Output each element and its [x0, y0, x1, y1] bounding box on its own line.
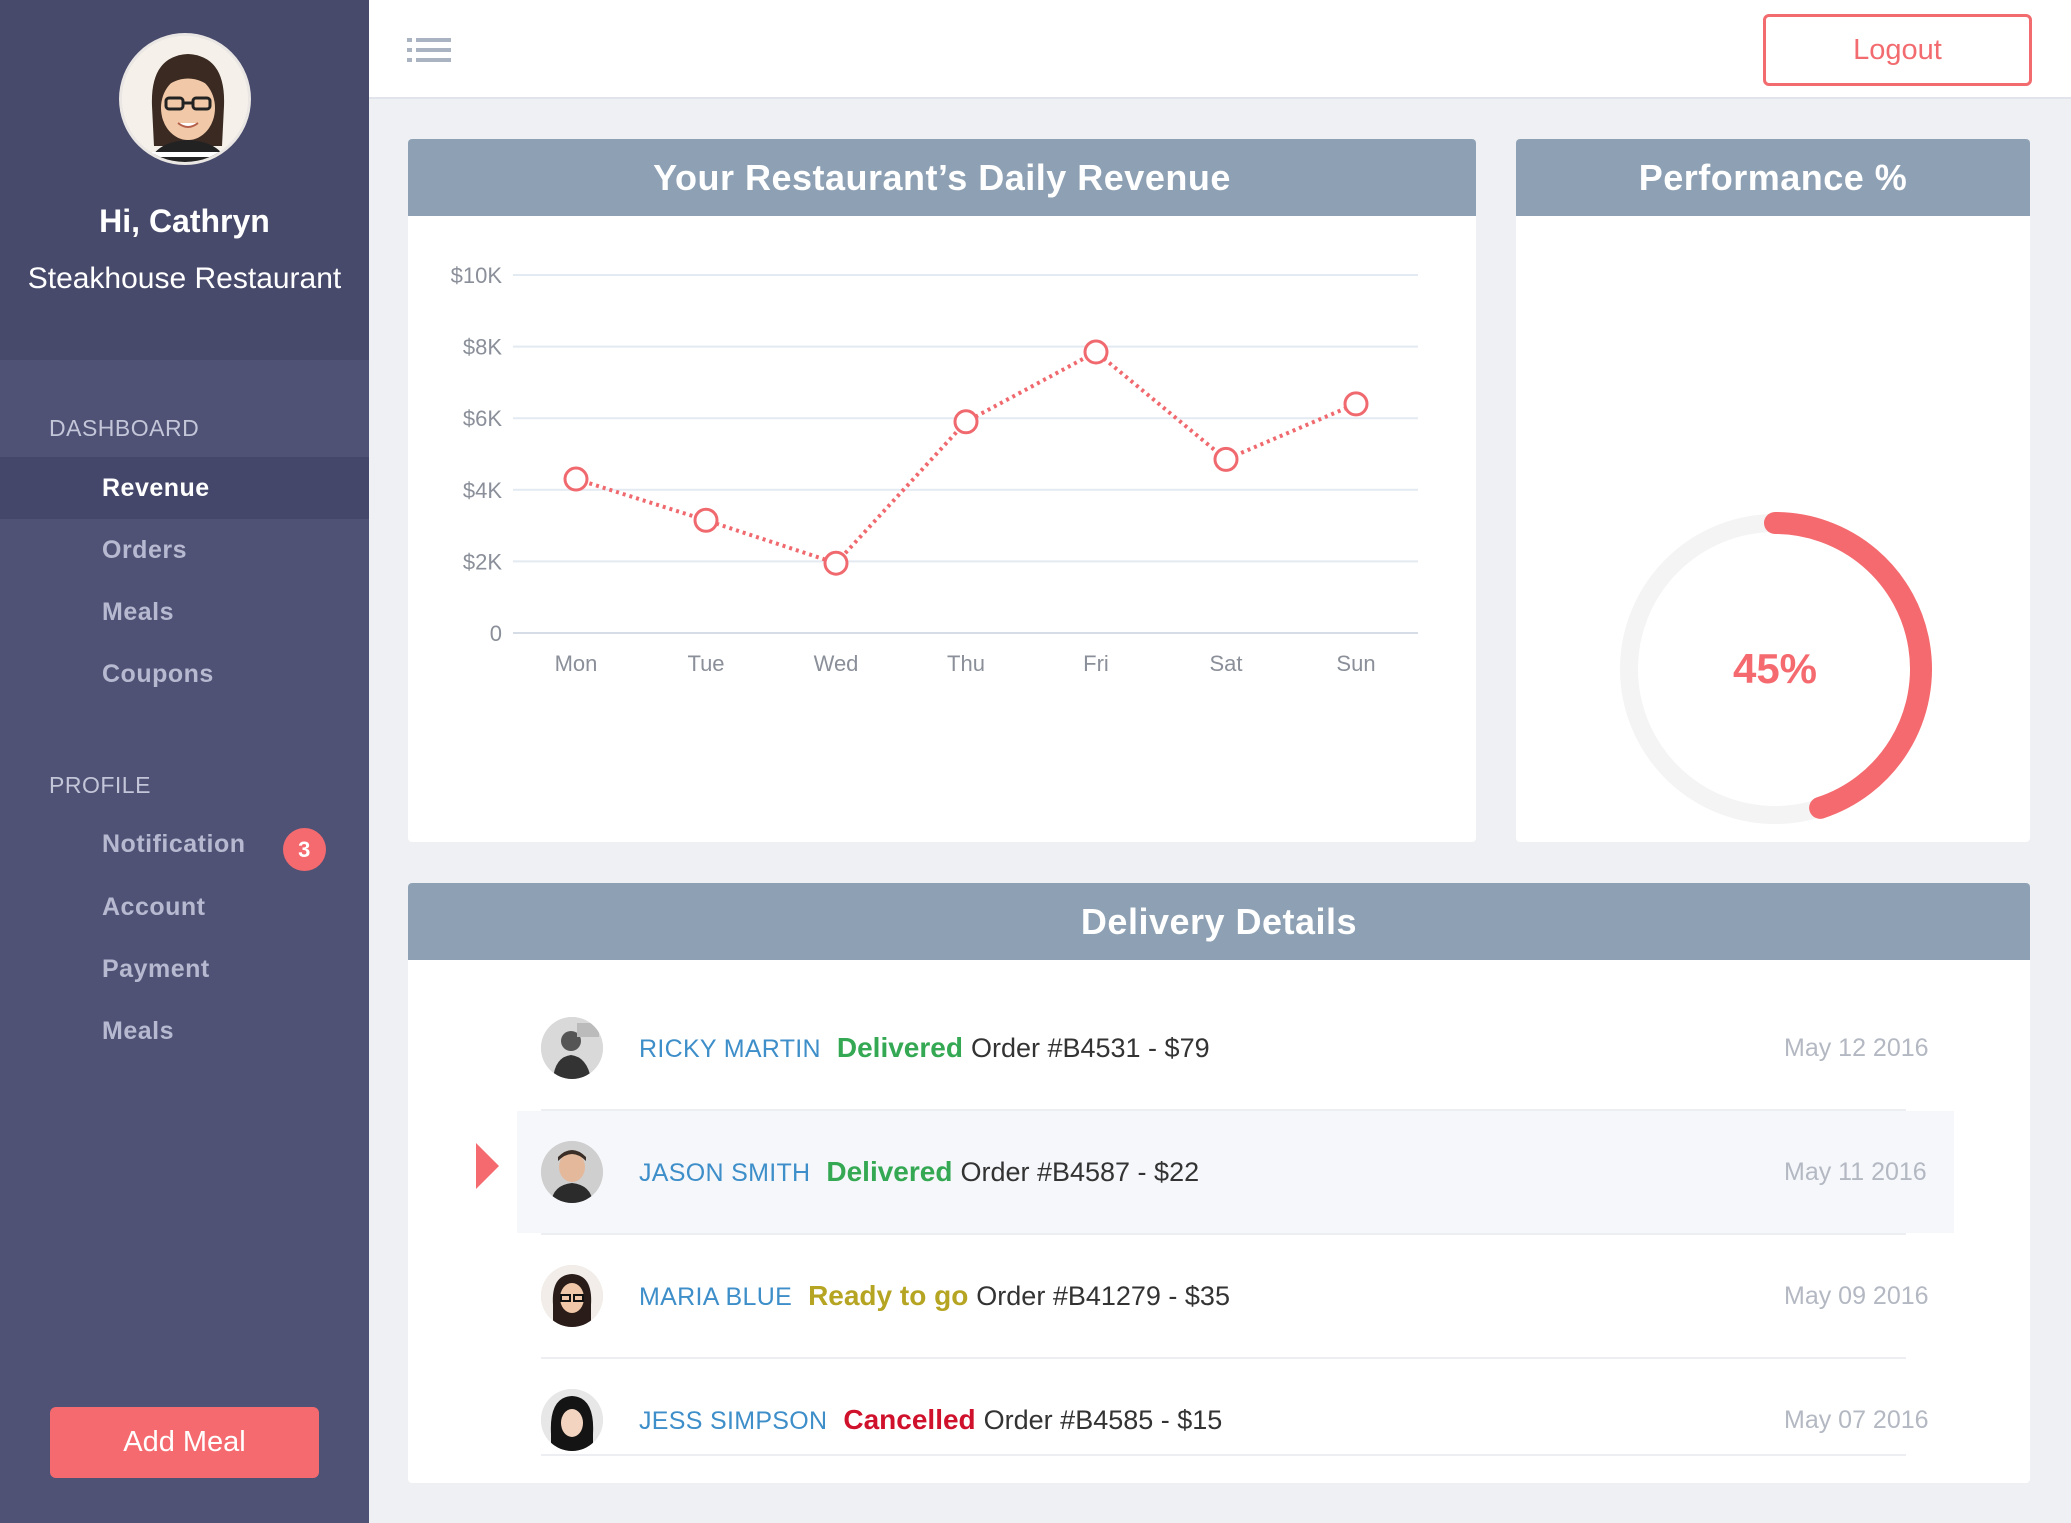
order-date: May 09 2016	[1784, 1281, 1929, 1310]
sidebar-item-label: Account	[102, 892, 206, 921]
x-tick-label: Sat	[1209, 651, 1242, 676]
order-summary: Order #B41279 - $35	[976, 1281, 1230, 1311]
x-tick-label: Mon	[555, 651, 598, 676]
delivery-card: Delivery Details RICKY MARTIN Delivered …	[408, 883, 2030, 1483]
delivery-row[interactable]: RICKY MARTIN Delivered Order #B4531 - $7…	[517, 987, 1954, 1109]
order-date: May 11 2016	[1784, 1157, 1927, 1186]
revenue-card-title: Your Restaurant’s Daily Revenue	[408, 139, 1476, 216]
sidebar-item-label: Coupons	[102, 659, 214, 688]
data-point	[1083, 339, 1109, 365]
x-tick-label: Sun	[1336, 651, 1375, 676]
data-point	[953, 409, 979, 435]
customer-name[interactable]: RICKY MARTIN	[639, 1035, 821, 1064]
customer-name[interactable]: MARIA BLUE	[639, 1283, 792, 1312]
order-status: Ready to go	[808, 1280, 969, 1311]
sidebar-item-label: Meals	[102, 597, 174, 626]
add-meal-button[interactable]: Add Meal	[50, 1407, 319, 1478]
y-tick-label: $4K	[463, 478, 502, 503]
customer-avatar	[541, 1265, 603, 1327]
greeting: Hi, Cathryn	[99, 203, 270, 239]
x-tick-label: Tue	[687, 651, 724, 676]
sidebar-item-revenue[interactable]: Revenue	[0, 457, 369, 519]
profile-panel: Hi, Cathryn Steakhouse Restaurant	[0, 0, 369, 360]
selected-row-arrow-icon	[476, 1143, 499, 1189]
sidebar-item-orders[interactable]: Orders	[0, 519, 369, 581]
revenue-line-chart: 0 $2K $4K $6K $8K $10K Mon Tue Wed Thu Fri Sat Sun	[451, 263, 1418, 676]
sidebar-item-label: Meals	[102, 1016, 174, 1045]
customer-name[interactable]: JASON SMITH	[639, 1159, 810, 1188]
notification-badge: 3	[283, 828, 326, 871]
hamburger-list-icon[interactable]	[407, 36, 453, 64]
delivery-card-title: Delivery Details	[408, 883, 2030, 960]
delivery-row-text: JESS SIMPSON Cancelled Order #B4585 - $1…	[639, 1404, 1222, 1436]
row-divider	[541, 1454, 1906, 1456]
x-tick-label: Fri	[1083, 651, 1109, 676]
order-status: Delivered	[826, 1156, 953, 1187]
data-point	[1343, 391, 1369, 417]
data-point	[563, 466, 589, 492]
order-summary: Order #B4585 - $15	[983, 1405, 1223, 1435]
sidebar-item-notification[interactable]: Notification 3	[0, 813, 369, 875]
y-tick-label: $10K	[451, 263, 503, 288]
sidebar-item-coupons[interactable]: Coupons	[0, 643, 369, 705]
y-tick-label: $8K	[463, 335, 502, 360]
series-line	[575, 349, 1357, 566]
data-point	[823, 550, 849, 576]
sidebar: Hi, Cathryn Steakhouse Restaurant DASHBO…	[0, 0, 369, 1523]
y-tick-label: 0	[490, 621, 502, 646]
order-status: Cancelled	[843, 1404, 976, 1435]
delivery-row-text: JASON SMITH Delivered Order #B4587 - $22	[639, 1156, 1199, 1188]
sidebar-item-label: Notification	[102, 829, 246, 858]
delivery-row-text: MARIA BLUE Ready to go Order #B41279 - $…	[639, 1280, 1230, 1312]
customer-avatar	[541, 1141, 603, 1203]
customer-name[interactable]: JESS SIMPSON	[639, 1407, 827, 1436]
profile-section-title: PROFILE	[49, 772, 151, 798]
logout-button[interactable]: Logout	[1763, 14, 2032, 86]
delivery-row[interactable]: MARIA BLUE Ready to go Order #B41279 - $…	[517, 1235, 1954, 1357]
performance-gauge: 45%	[1620, 512, 1932, 824]
performance-value: 45%	[1733, 645, 1817, 692]
delivery-row-text: RICKY MARTIN Delivered Order #B4531 - $7…	[639, 1032, 1210, 1064]
restaurant-name: Steakhouse Restaurant	[27, 262, 342, 295]
sidebar-item-profile-meals[interactable]: Meals	[0, 1000, 369, 1062]
order-summary: Order #B4531 - $79	[970, 1033, 1210, 1063]
order-date: May 12 2016	[1784, 1033, 1929, 1062]
sidebar-item-label: Orders	[102, 535, 187, 564]
sidebar-item-payment[interactable]: Payment	[0, 938, 369, 1000]
x-tick-label: Wed	[814, 651, 859, 676]
avatar[interactable]	[118, 33, 251, 165]
sidebar-item-label: Payment	[102, 954, 210, 983]
x-tick-label: Thu	[947, 651, 985, 676]
order-date: May 07 2016	[1784, 1405, 1929, 1434]
y-tick-label: $6K	[463, 406, 502, 431]
y-tick-label: $2K	[463, 549, 502, 574]
performance-card: Performance % 45%	[1516, 139, 2030, 842]
data-point	[693, 507, 719, 533]
dashboard-section-title: DASHBOARD	[49, 415, 200, 441]
customer-avatar	[541, 1017, 603, 1079]
delivery-row[interactable]: JESS SIMPSON Cancelled Order #B4585 - $1…	[517, 1359, 1954, 1481]
delivery-row[interactable]: JASON SMITH Delivered Order #B4587 - $22…	[517, 1111, 1954, 1233]
performance-card-title: Performance %	[1516, 139, 2030, 216]
data-point	[1213, 446, 1239, 472]
revenue-card: Your Restaurant’s Daily Revenue 0 $2K $4K $…	[408, 139, 1476, 842]
sidebar-item-label: Revenue	[102, 473, 210, 502]
order-status: Delivered	[836, 1032, 963, 1063]
sidebar-item-meals[interactable]: Meals	[0, 581, 369, 643]
customer-avatar	[541, 1389, 603, 1451]
top-bar: Logout	[369, 0, 2071, 99]
order-summary: Order #B4587 - $22	[960, 1157, 1200, 1187]
sidebar-item-account[interactable]: Account	[0, 876, 369, 938]
